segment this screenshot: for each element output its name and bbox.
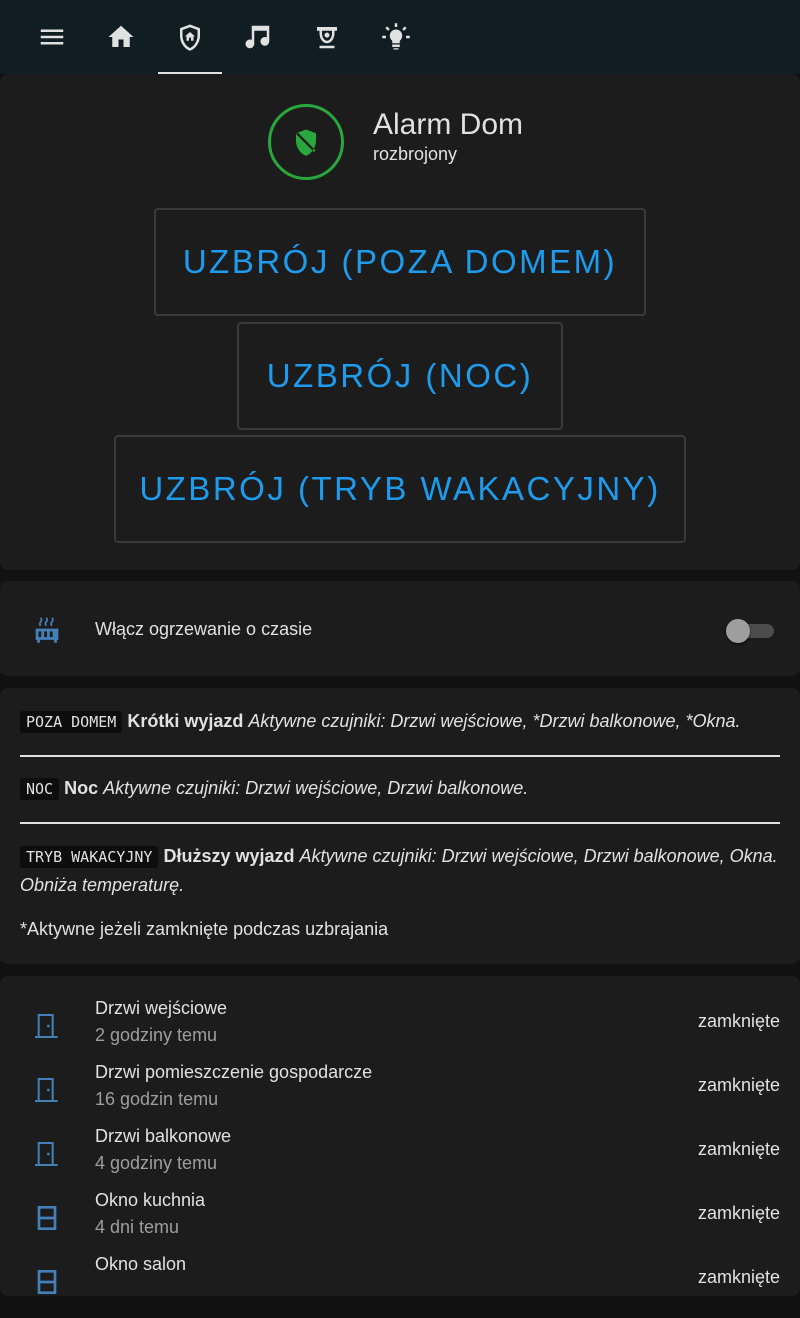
heating-toggle-card: Włącz ogrzewanie o czasie [0, 581, 800, 676]
sensor-row[interactable]: Drzwi wejściowe 2 godziny temu zamknięte [0, 998, 800, 1062]
sensor-last-changed: 16 godzin temu [95, 1089, 219, 1109]
menu-icon[interactable] [27, 10, 77, 64]
shield-home-icon [180, 24, 200, 51]
sensor-row[interactable]: Drzwi balkonowe 4 godziny temu zamknięte [0, 1126, 800, 1190]
alarm-panel-card: Alarm Dom rozbrojony UZBRÓJ (POZA DOMEM)… [0, 74, 800, 570]
mode-code: NOC [20, 778, 60, 800]
window-closed-icon [31, 1202, 63, 1234]
alarm-status-badge[interactable] [268, 104, 344, 180]
mode-description: TRYB WAKACYJNY Dłuższy wyjazd Aktywne cz… [20, 842, 780, 899]
door-closed-icon [31, 1138, 63, 1170]
door-closed-icon [31, 1074, 63, 1106]
home-icon [108, 25, 134, 47]
alarm-title: Alarm Dom [373, 108, 524, 141]
tab-music[interactable] [233, 10, 283, 64]
sensor-name: Drzwi pomieszczenie gospodarcze [95, 1062, 373, 1082]
sensor-row[interactable]: Okno salon zamknięte [0, 1254, 800, 1318]
window-closed-icon [31, 1266, 63, 1298]
sensor-state: zamknięte [697, 1075, 780, 1095]
sensor-name: Drzwi balkonowe [95, 1126, 232, 1146]
sensor-state: zamknięte [697, 1203, 780, 1223]
music-icon [245, 25, 270, 49]
modes-note: *Aktywne jeżeli zamknięte podczas uzbraj… [20, 919, 389, 939]
sensor-state: zamknięte [697, 1139, 780, 1159]
sensor-row[interactable]: Drzwi pomieszczenie gospodarcze 16 godzi… [0, 1062, 800, 1126]
arm-vacation-button[interactable]: UZBRÓJ (TRYB WAKACYJNY) [114, 435, 686, 543]
lightbulb-icon [382, 23, 410, 50]
radiator-icon [30, 613, 64, 647]
mode-code: POZA DOMEM [20, 711, 123, 733]
toggle-knob [726, 619, 750, 643]
cctv-icon [317, 27, 337, 49]
sensor-name: Okno kuchnia [95, 1190, 206, 1210]
tab-cctv[interactable] [302, 10, 352, 64]
sensors-card: Drzwi wejściowe 2 godziny temu zamknięte… [0, 976, 800, 1296]
sensor-last-changed: 4 godziny temu [95, 1153, 218, 1173]
divider [20, 822, 780, 824]
mode-name: Dłuższy wyjazd [163, 846, 295, 866]
sensor-name: Okno salon [95, 1254, 187, 1274]
sensor-last-changed: 2 godziny temu [95, 1025, 218, 1045]
arm-night-button[interactable]: UZBRÓJ (NOC) [237, 322, 563, 430]
mode-name: Krótki wyjazd [127, 711, 244, 731]
door-closed-icon [31, 1010, 63, 1042]
tab-lights[interactable] [371, 10, 421, 64]
mode-name: Noc [64, 778, 99, 798]
tab-home[interactable] [96, 10, 146, 64]
mode-code: TRYB WAKACYJNY [20, 846, 159, 868]
mode-desc: Aktywne czujniki: Drzwi wejściowe, *Drzw… [248, 711, 741, 731]
heating-toggle[interactable] [726, 619, 774, 643]
sensor-state: zamknięte [697, 1011, 780, 1031]
mode-description: POZA DOMEM Krótki wyjazd Aktywne czujnik… [20, 707, 780, 736]
alarm-state: rozbrojony [373, 144, 458, 164]
sensor-row[interactable]: Okno kuchnia 4 dni temu zamknięte [0, 1190, 800, 1254]
arm-away-button[interactable]: UZBRÓJ (POZA DOMEM) [154, 208, 646, 316]
modes-info-card: POZA DOMEM Krótki wyjazd Aktywne czujnik… [0, 688, 800, 964]
mode-desc: Aktywne czujniki: Drzwi wejściowe, Drzwi… [103, 778, 529, 798]
heating-label: Włącz ogrzewanie o czasie [95, 619, 313, 639]
divider [20, 755, 780, 757]
sensor-last-changed: 4 dni temu [95, 1217, 180, 1237]
top-app-bar [0, 0, 800, 74]
mode-description: NOC Noc Aktywne czujniki: Drzwi wejściow… [20, 774, 780, 803]
sensor-name: Drzwi wejściowe [95, 998, 228, 1018]
sensor-state: zamknięte [697, 1267, 780, 1287]
shield-off-icon [296, 129, 316, 156]
tab-alarm[interactable] [165, 10, 215, 64]
